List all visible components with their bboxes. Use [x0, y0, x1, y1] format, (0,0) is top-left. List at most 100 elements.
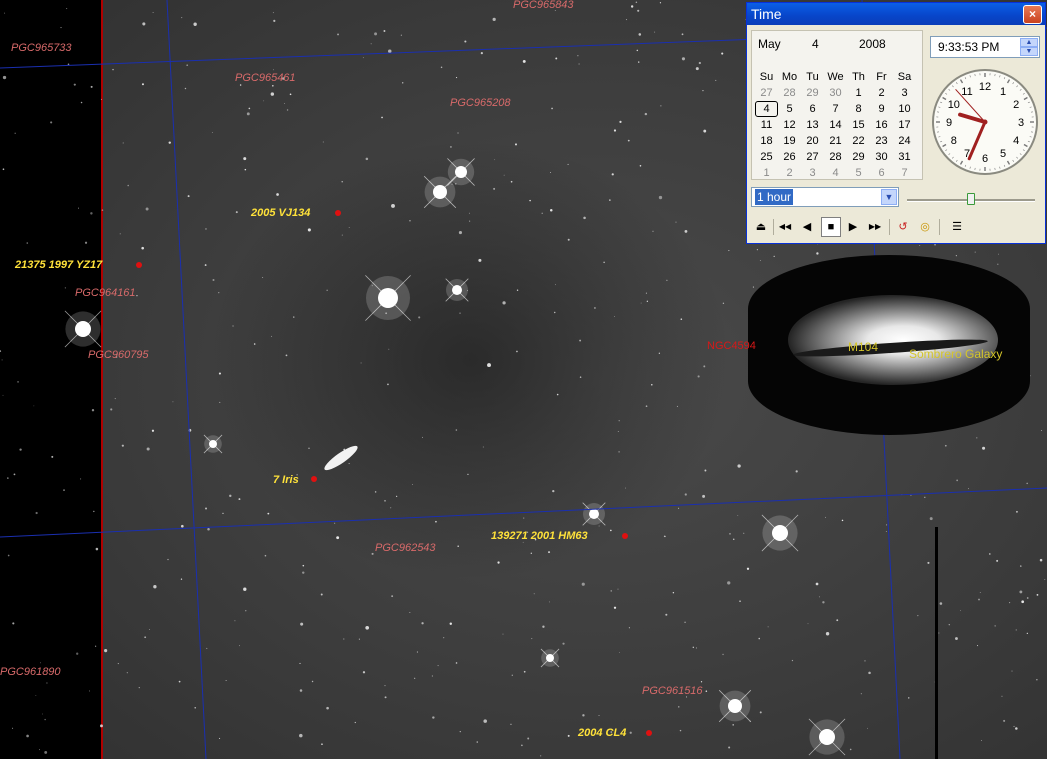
calendar-day-cell[interactable]: 27	[755, 85, 778, 101]
calendar-weekday: Th	[852, 71, 865, 83]
calendar-weekday: Su	[759, 71, 774, 83]
clock-numeral: 1	[1000, 86, 1006, 98]
time-field[interactable]: 9:33:53 PM ▲ ▼	[930, 36, 1040, 58]
grid-line	[166, 0, 207, 759]
asteroid-label-139271[interactable]: 139271 2001 HM63	[491, 530, 588, 542]
calendar-day-cell[interactable]: 23	[870, 133, 893, 149]
calendar-day-cell[interactable]: 15	[847, 117, 870, 133]
calendar-day-cell[interactable]: 11	[755, 117, 778, 133]
calendar-day-cell[interactable]: 31	[893, 149, 916, 165]
object-label-pgc965733[interactable]: PGC965733	[11, 42, 72, 54]
toolbar-separator	[773, 219, 774, 235]
asteroid-label-21375[interactable]: 21375 1997 YZ17	[15, 259, 102, 271]
calendar-day-cell[interactable]: 1	[847, 85, 870, 101]
calendar-weekday: Mo	[781, 71, 798, 83]
object-label-sombrero-galaxy[interactable]: Sombrero Galaxy	[909, 347, 1002, 361]
asteroid-marker[interactable]	[335, 210, 341, 216]
time-window: Time × May 4 2008 Su Mo Tu We Th Fr Sa 27 28 29 30…	[746, 2, 1046, 244]
step-backward-icon[interactable]: ◀	[797, 217, 817, 237]
calendar-day-cell[interactable]: 16	[870, 117, 893, 133]
asteroid-marker[interactable]	[622, 533, 628, 539]
object-label-pgc965461[interactable]: PGC965461	[235, 72, 296, 84]
time-down-icon[interactable]: ▼	[1020, 47, 1038, 56]
time-up-icon[interactable]: ▲	[1020, 38, 1038, 47]
options-icon[interactable]: ☰	[947, 217, 967, 237]
object-label-pgc961516[interactable]: PGC961516	[642, 685, 703, 697]
speed-slider-thumb[interactable]	[967, 193, 975, 205]
chevron-down-icon[interactable]: ▼	[881, 189, 897, 205]
asteroid-label-7-iris[interactable]: 7 Iris	[273, 474, 299, 486]
clock-numeral: 9	[946, 117, 952, 129]
calendar-day-cell[interactable]: 14	[824, 117, 847, 133]
calendar-year[interactable]: 2008	[859, 37, 886, 51]
object-label-pgc961890[interactable]: PGC961890	[0, 666, 61, 678]
calendar-day-cell[interactable]: 28	[778, 85, 801, 101]
time-value: 9:33:53 PM	[938, 40, 1000, 54]
sync-icon[interactable]: ↺	[893, 217, 913, 237]
asteroid-marker[interactable]	[646, 730, 652, 736]
asteroid-marker[interactable]	[136, 262, 142, 268]
calendar-day-cell[interactable]: 30	[824, 85, 847, 101]
eject-icon[interactable]: ⏏	[751, 217, 771, 237]
time-step-select[interactable]: 1 hour ▼	[751, 187, 899, 207]
toolbar-separator	[889, 219, 890, 235]
calendar-day-cell[interactable]: 2	[870, 85, 893, 101]
object-label-pgc965208[interactable]: PGC965208	[450, 97, 511, 109]
calendar-day-cell[interactable]: 6	[801, 101, 824, 117]
close-icon[interactable]: ×	[1023, 5, 1042, 24]
calendar-day-cell[interactable]: 9	[870, 101, 893, 117]
fast-forward-icon[interactable]: ▶▶	[865, 217, 885, 237]
calendar-day-cell[interactable]: 21	[824, 133, 847, 149]
time-window-title: Time	[751, 6, 782, 22]
calendar-day-cell[interactable]: 25	[755, 149, 778, 165]
calendar-day-cell[interactable]: 1	[755, 165, 778, 181]
step-forward-icon[interactable]: ▶	[843, 217, 863, 237]
object-label-pgc965843[interactable]: PGC965843	[513, 0, 574, 11]
calendar-day-cell[interactable]: 28	[824, 149, 847, 165]
calendar-day-cell[interactable]: 26	[778, 149, 801, 165]
calendar-day-cell[interactable]: 2	[778, 165, 801, 181]
calendar-day-cell[interactable]: 6	[870, 165, 893, 181]
now-icon[interactable]: ◎	[915, 217, 935, 237]
calendar-day-cell[interactable]: 19	[778, 133, 801, 149]
time-window-titlebar[interactable]: Time ×	[747, 3, 1045, 25]
calendar-day-cell[interactable]: 27	[801, 149, 824, 165]
calendar-day-cell[interactable]: 13	[801, 117, 824, 133]
calendar-day-cell[interactable]: 3	[801, 165, 824, 181]
calendar-day-cell[interactable]: 3	[893, 85, 916, 101]
calendar-day-cell[interactable]: 24	[893, 133, 916, 149]
calendar-month[interactable]: May	[758, 37, 781, 51]
calendar-day-cell[interactable]: 5	[778, 101, 801, 117]
asteroid-marker[interactable]	[311, 476, 317, 482]
calendar-day-cell[interactable]: 30	[870, 149, 893, 165]
calendar-day-cell[interactable]: 5	[847, 165, 870, 181]
calendar-day-cell[interactable]: 29	[801, 85, 824, 101]
fast-backward-icon[interactable]: ◀◀	[775, 217, 795, 237]
calendar-day-cell[interactable]: 4	[824, 165, 847, 181]
asteroid-label-2004-cl4[interactable]: 2004 CL4	[578, 727, 626, 739]
asteroid-label-2005-vj134[interactable]: 2005 VJ134	[251, 207, 310, 219]
object-label-pgc964161[interactable]: PGC964161	[75, 287, 136, 299]
object-label-ngc4594[interactable]: NGC4594	[707, 340, 756, 352]
object-label-m104[interactable]: M104	[848, 340, 878, 354]
calendar-day-cell[interactable]: 8	[847, 101, 870, 117]
object-label-pgc962543[interactable]: PGC962543	[375, 542, 436, 554]
calendar-day-cell[interactable]: 18	[755, 133, 778, 149]
clock-numeral: 12	[979, 81, 991, 93]
calendar-day-cell[interactable]: 22	[847, 133, 870, 149]
calendar-day[interactable]: 4	[812, 37, 819, 51]
calendar-day-cell[interactable]: 7	[893, 165, 916, 181]
calendar-day-cell[interactable]: 17	[893, 117, 916, 133]
calendar-day-cell[interactable]: 10	[893, 101, 916, 117]
stop-icon[interactable]: ■	[821, 217, 841, 237]
calendar-day-cell[interactable]: 4	[755, 101, 778, 117]
calendar-day-cell[interactable]: 12	[778, 117, 801, 133]
calendar-day-cell[interactable]: 29	[847, 149, 870, 165]
toolbar-separator	[939, 219, 940, 235]
analog-clock: 12 1234567891011	[932, 69, 1038, 175]
calendar-day-cell[interactable]: 20	[801, 133, 824, 149]
clock-numeral: 5	[1000, 148, 1006, 160]
calendar-day-cell[interactable]: 7	[824, 101, 847, 117]
m104-galaxy-image[interactable]	[748, 255, 1030, 435]
object-label-pgc960795[interactable]: PGC960795	[88, 349, 149, 361]
